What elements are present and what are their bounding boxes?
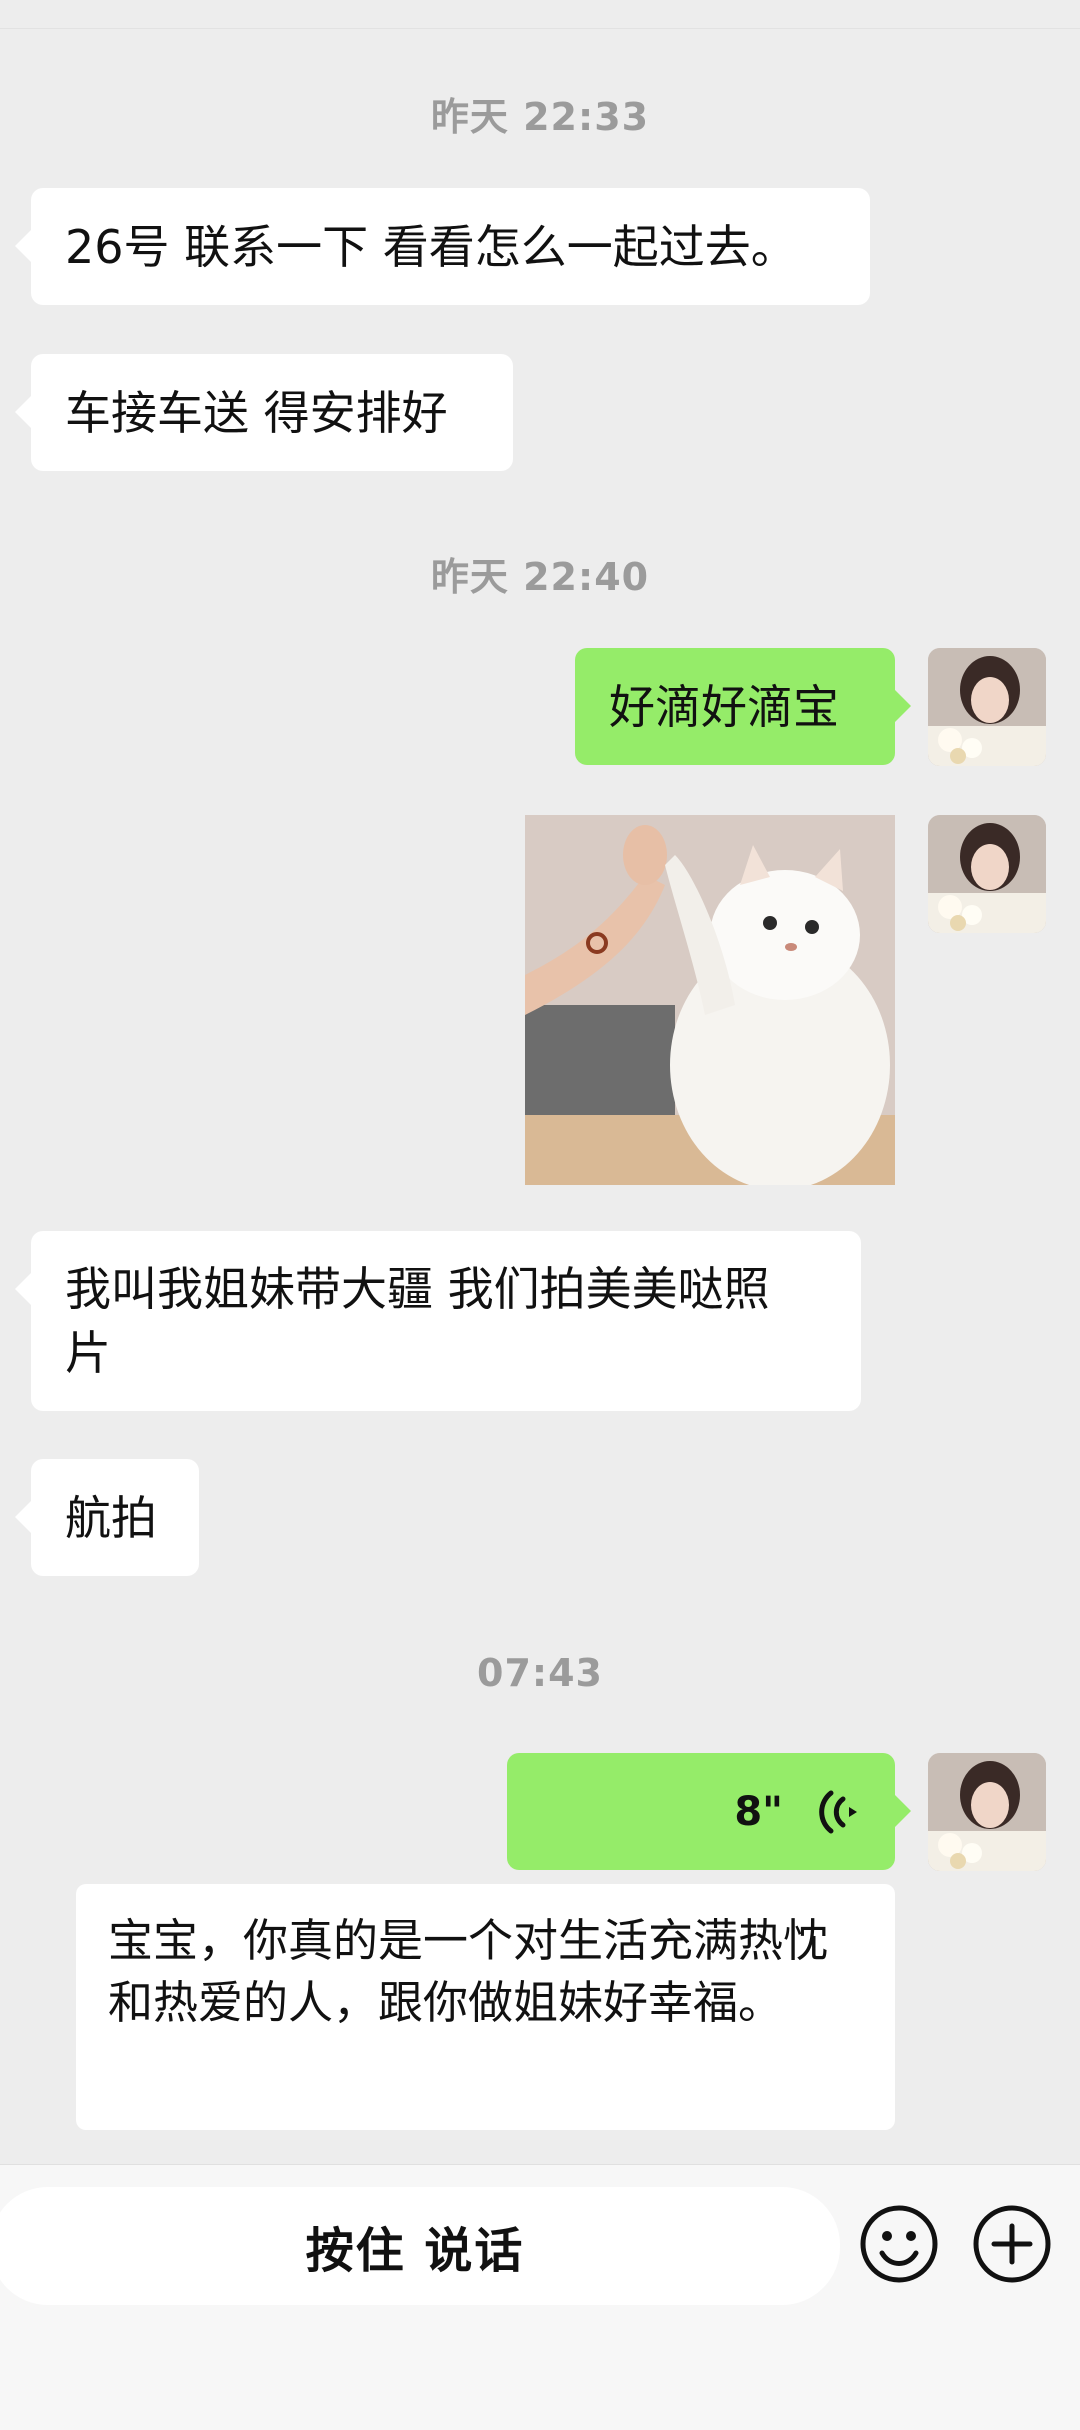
chat-input-bar: 按住 说话	[0, 2164, 1080, 2430]
message-text: 车接车送 得安排好	[65, 385, 448, 440]
plus-icon-svg	[973, 2205, 1051, 2283]
chat-area[interactable]: 昨天 22:33 26号 联系一下 看看怎么一起过去。 车接车送 得安排好 昨天…	[0, 0, 1080, 2160]
voice-transcript-text: 宝宝，你真的是一个对生活充满热忱和热爱的人，跟你做姐妹好幸福。	[108, 1914, 829, 2029]
voice-message-meta: 8"	[541, 1780, 861, 1844]
voice-duration: 8"	[734, 1788, 783, 1835]
timestamp: 昨天 22:33	[430, 95, 650, 139]
message-text: 26号 联系一下 看看怎么一起过去。	[65, 219, 797, 274]
plus-icon[interactable]	[971, 2203, 1053, 2285]
voice-message-bubble[interactable]: 8"	[507, 1753, 911, 1870]
message-text: 我叫我姐妹带大疆 我们拍美美哒照 片	[65, 1257, 770, 1385]
timestamp: 昨天 22:40	[430, 555, 650, 599]
message-line: 片	[65, 1326, 111, 1380]
cat-sticker-image[interactable]	[525, 815, 895, 1185]
message-line: 我叫我姐妹带大疆 我们拍美美哒照	[65, 1262, 770, 1316]
message-bubble-received[interactable]: 车接车送 得安排好	[15, 354, 513, 471]
timestamp: 07:43	[477, 1651, 603, 1695]
hold-to-talk-button[interactable]: 按住 说话	[0, 2187, 840, 2305]
message-bubble-received[interactable]: 我叫我姐妹带大疆 我们拍美美哒照 片	[15, 1231, 861, 1411]
message-bubble-sent[interactable]: 好滴好滴宝	[575, 648, 911, 765]
message-text: 航拍	[65, 1490, 157, 1545]
avatar-image	[928, 1753, 1046, 1871]
voice-transcript[interactable]: 宝宝，你真的是一个对生活充满热忱和热爱的人，跟你做姐妹好幸福。	[76, 1884, 895, 2130]
avatar-image	[928, 815, 1046, 933]
avatar[interactable]	[928, 648, 1046, 766]
avatar[interactable]	[928, 815, 1046, 933]
avatar-image	[928, 648, 1046, 766]
message-bubble-received[interactable]: 26号 联系一下 看看怎么一起过去。	[15, 188, 870, 305]
avatar[interactable]	[928, 1753, 1046, 1871]
cat-sticker-drawing	[525, 815, 895, 1185]
message-bubble-received[interactable]: 航拍	[15, 1459, 199, 1576]
message-text: 好滴好滴宝	[609, 679, 839, 734]
emoji-icon[interactable]	[858, 2203, 940, 2285]
emoji-icon-svg	[860, 2205, 938, 2283]
voice-wave-icon	[819, 1790, 857, 1833]
